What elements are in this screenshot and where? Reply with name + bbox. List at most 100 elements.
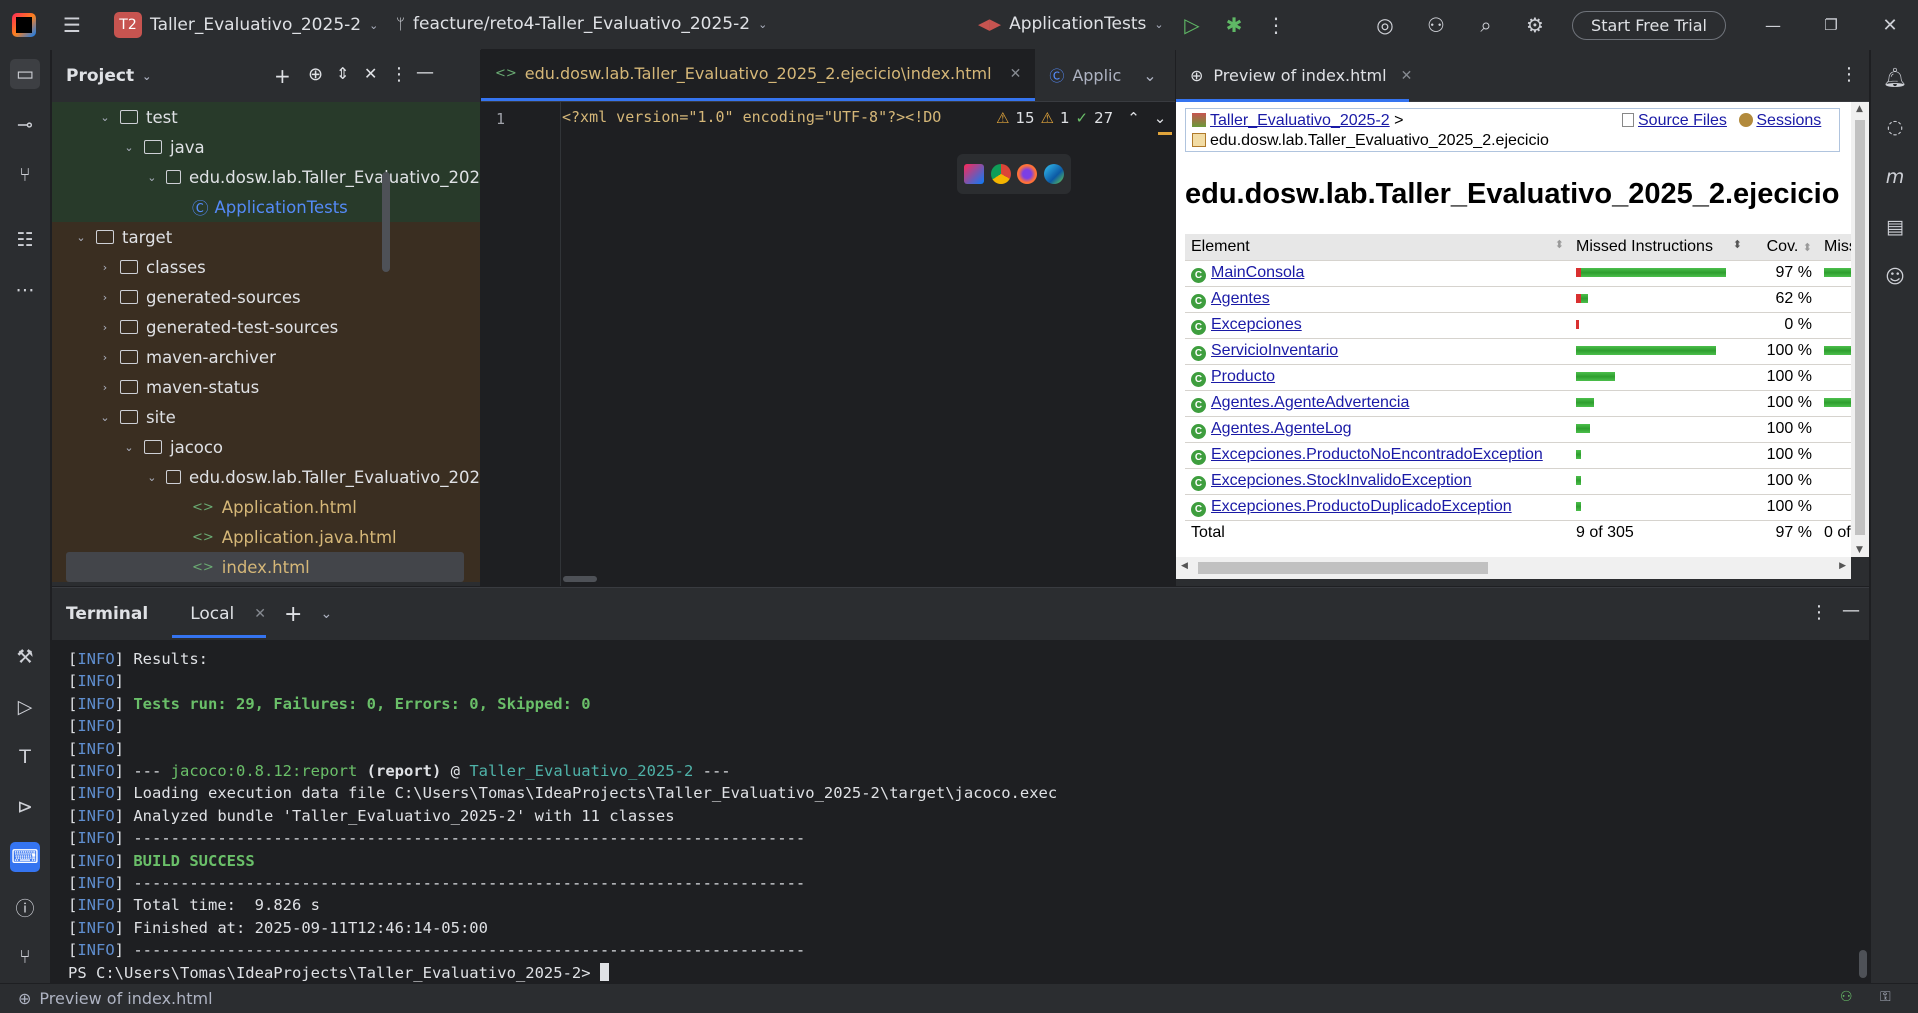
- column-header-element[interactable]: Element ⬍: [1185, 234, 1570, 261]
- chevron-down-icon[interactable]: ⌄: [74, 231, 88, 244]
- ai-assistant-icon[interactable]: ◎: [1369, 9, 1401, 41]
- status-breadcrumb[interactable]: Preview of index.html: [39, 989, 212, 1008]
- project-tool-icon[interactable]: ▭: [10, 59, 40, 89]
- tree-item[interactable]: › generated-sources: [52, 282, 480, 312]
- edge-icon[interactable]: [1043, 164, 1064, 184]
- intellij-logo-icon[interactable]: [12, 13, 36, 37]
- column-header-coverage[interactable]: Cov. ⬍: [1748, 234, 1818, 261]
- firefox-icon[interactable]: [1017, 164, 1038, 184]
- start-free-trial-button[interactable]: Start Free Trial: [1572, 11, 1726, 40]
- class-link[interactable]: Excepciones.StockInvalidoException: [1211, 472, 1472, 489]
- pull-requests-icon[interactable]: ⑂: [10, 160, 40, 190]
- terminal-scrollbar[interactable]: [1859, 950, 1867, 978]
- terminal-tool-icon[interactable]: ⌨: [10, 842, 40, 872]
- class-link[interactable]: Excepciones.ProductoDuplicadoException: [1211, 498, 1512, 515]
- main-menu-icon[interactable]: ☰: [56, 9, 88, 41]
- new-tab-icon[interactable]: +: [284, 602, 302, 627]
- hide-panel-icon[interactable]: —: [416, 62, 434, 83]
- problems-tool-icon[interactable]: ⓘ: [10, 892, 40, 922]
- markdown-icon[interactable]: m: [1880, 162, 1910, 192]
- services-tool-icon[interactable]: ⊳: [10, 792, 40, 822]
- chevron-down-icon[interactable]: ⌄: [146, 171, 158, 184]
- inspection-widget[interactable]: ⚠ 15 ⚠ 1 ✓ 27 ⌃ ⌄: [996, 109, 1166, 127]
- class-link[interactable]: MainConsola: [1211, 264, 1304, 281]
- class-link[interactable]: Agentes.AgenteAdvertencia: [1211, 394, 1409, 411]
- tree-item[interactable]: › maven-archiver: [52, 342, 480, 372]
- terminal-prompt[interactable]: PS C:\Users\Tomas\IdeaProjects\Taller_Ev…: [68, 962, 609, 984]
- run-config-selector[interactable]: ◀▶ ApplicationTests ⌄: [978, 14, 1164, 34]
- editor-horizontal-scrollbar[interactable]: [563, 576, 597, 582]
- tab-application-tests[interactable]: Ⓒ Applic: [1035, 49, 1135, 101]
- copilot-status-icon[interactable]: ⚇: [1840, 989, 1853, 1005]
- add-user-icon[interactable]: ⚇: [1420, 9, 1452, 41]
- chevron-down-icon[interactable]: ⌄: [122, 441, 136, 454]
- chevron-down-icon[interactable]: ⌄: [122, 141, 136, 154]
- chevron-right-icon[interactable]: ›: [98, 291, 112, 304]
- terminal-options-icon[interactable]: ⋮: [1810, 602, 1828, 623]
- tree-item[interactable]: ⌄ site: [52, 402, 480, 432]
- copilot-icon[interactable]: ☺: [1880, 262, 1910, 292]
- preview-options-icon[interactable]: ⋮: [1840, 64, 1858, 85]
- next-highlight-icon[interactable]: ⌄: [1154, 109, 1167, 127]
- minimize-window-icon[interactable]: —: [1757, 9, 1789, 41]
- chevron-down-icon[interactable]: ⌄: [146, 471, 158, 484]
- hide-terminal-icon[interactable]: —: [1842, 600, 1860, 621]
- class-link[interactable]: ServicioInventario: [1211, 342, 1338, 359]
- chrome-icon[interactable]: [990, 164, 1011, 184]
- tabs-dropdown-icon[interactable]: ⌄: [1135, 49, 1164, 101]
- source-files-link[interactable]: Source Files: [1638, 112, 1727, 129]
- breadcrumb-root-link[interactable]: Taller_Evaluativo_2025-2: [1210, 112, 1390, 129]
- close-preview-icon[interactable]: ✕: [1401, 68, 1413, 84]
- expand-all-icon[interactable]: ⇕: [336, 64, 349, 83]
- class-link[interactable]: Agentes: [1211, 290, 1270, 307]
- class-link[interactable]: Producto: [1211, 368, 1275, 385]
- tree-item[interactable]: ⌄ test: [52, 102, 480, 132]
- search-icon[interactable]: ⌕: [1470, 9, 1502, 41]
- tree-item[interactable]: <> Application.html: [52, 492, 480, 522]
- run-icon[interactable]: ▷: [1176, 9, 1208, 41]
- tree-item[interactable]: › classes: [52, 252, 480, 282]
- preview-horizontal-scrollbar[interactable]: ◀ ▶: [1176, 557, 1851, 579]
- class-link[interactable]: Excepciones: [1211, 316, 1302, 333]
- chevron-down-icon[interactable]: ⌄: [98, 411, 112, 424]
- previous-highlight-icon[interactable]: ⌃: [1127, 109, 1140, 127]
- sessions-link[interactable]: Sessions: [1756, 112, 1821, 129]
- run-tool-icon[interactable]: ▷: [10, 692, 40, 722]
- tree-item[interactable]: ⌄ target: [52, 222, 480, 252]
- chevron-right-icon[interactable]: ›: [98, 351, 112, 364]
- preview-vertical-scrollbar[interactable]: ▲ ▼: [1851, 102, 1869, 557]
- tab-index-html[interactable]: <> edu.dosw.lab.Taller_Evaluativo_2025_2…: [481, 49, 1036, 101]
- restore-window-icon[interactable]: ❐: [1815, 9, 1847, 41]
- tree-item[interactable]: › generated-test-sources: [52, 312, 480, 342]
- build-tool-icon[interactable]: ⚒: [10, 642, 40, 672]
- tree-item[interactable]: Ⓒ ApplicationTests: [52, 192, 480, 222]
- tree-item[interactable]: <> index.html: [52, 552, 480, 582]
- tree-item[interactable]: ⌄ java: [52, 132, 480, 162]
- code-line[interactable]: <?xml version="1.0" encoding="UTF-8"?><!…: [562, 108, 982, 126]
- notifications-bell-icon[interactable]: 🔔︎: [1880, 62, 1910, 92]
- error-stripe-marker[interactable]: [1158, 132, 1172, 135]
- chevron-right-icon[interactable]: ›: [98, 321, 112, 334]
- class-link[interactable]: Agentes.AgenteLog: [1211, 420, 1352, 437]
- column-header-missed-branches[interactable]: Miss: [1818, 234, 1851, 261]
- more-actions-icon[interactable]: ⋮: [1260, 9, 1292, 41]
- intellij-browser-icon[interactable]: [964, 164, 985, 184]
- preview-tab-title[interactable]: Preview of index.html: [1213, 66, 1386, 85]
- tree-item[interactable]: <> Application.java.html: [52, 522, 480, 552]
- chevron-down-icon[interactable]: ⌄: [142, 70, 151, 83]
- more-tools-icon[interactable]: ⋯: [10, 275, 40, 305]
- project-panel-title[interactable]: Project: [66, 66, 134, 86]
- close-tab-icon[interactable]: ✕: [1010, 66, 1022, 82]
- ai-chat-icon[interactable]: ◌: [1880, 112, 1910, 142]
- tree-item[interactable]: ⌄ jacoco: [52, 432, 480, 462]
- commit-tool-icon[interactable]: ⊸: [10, 110, 40, 140]
- maven-tool-icon[interactable]: T: [10, 742, 40, 772]
- chevron-right-icon[interactable]: ›: [98, 381, 112, 394]
- collapse-all-icon[interactable]: ✕: [364, 64, 377, 83]
- chevron-down-icon[interactable]: ⌄: [320, 606, 332, 622]
- close-window-icon[interactable]: ✕: [1874, 9, 1906, 41]
- locate-icon[interactable]: ⊕: [308, 64, 323, 85]
- class-link[interactable]: Excepciones.ProductoNoEncontradoExceptio…: [1211, 446, 1543, 463]
- column-header-missed-instructions[interactable]: Missed Instructions ⬍: [1570, 234, 1748, 261]
- database-icon[interactable]: ▤: [1880, 212, 1910, 242]
